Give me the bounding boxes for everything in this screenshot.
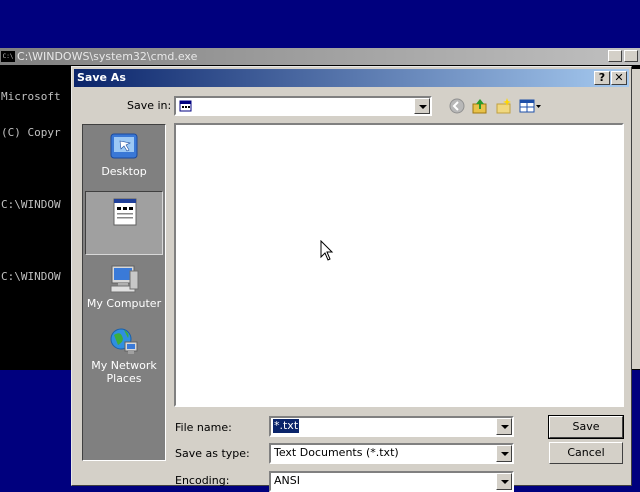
document-icon <box>113 198 137 226</box>
cmd-icon: C:\ <box>1 51 15 62</box>
place-label: My Computer <box>86 297 162 310</box>
mouse-cursor-icon <box>320 240 334 261</box>
place-label: My Network Places <box>91 359 157 385</box>
save-in-combo[interactable] <box>174 96 432 116</box>
my-computer-icon <box>110 265 139 293</box>
desktop-icon <box>110 133 138 159</box>
cmd-scrollbar[interactable] <box>632 69 640 369</box>
place-selected[interactable] <box>85 191 163 255</box>
encoding-value: ANSI <box>274 474 300 487</box>
back-icon[interactable] <box>448 97 466 115</box>
help-button[interactable]: ? <box>594 71 610 85</box>
network-icon <box>110 328 138 354</box>
places-bar: Desktop My Computer My Network Places <box>82 124 166 461</box>
new-folder-icon[interactable] <box>495 97 513 115</box>
up-folder-icon[interactable] <box>471 97 489 115</box>
cmd-title-bar[interactable]: C:\ C:\WINDOWS\system32\cmd.exe <box>0 48 640 65</box>
place-my-computer[interactable]: My Computer <box>85 259 163 323</box>
file-name-value: *.txt <box>273 419 300 433</box>
place-label: Desktop <box>101 165 147 178</box>
cmd-maximize-button[interactable] <box>624 50 638 62</box>
save-as-type-value: Text Documents (*.txt) <box>274 446 399 459</box>
save-in-label: Save in: <box>127 99 172 112</box>
close-button[interactable]: ✕ <box>611 71 627 85</box>
dialog-title: Save As <box>77 71 126 84</box>
folder-location-icon <box>179 100 192 112</box>
cmd-minimize-button[interactable] <box>608 50 622 62</box>
dialog-title-bar[interactable]: Save As ? ✕ <box>74 69 629 87</box>
file-name-field[interactable]: *.txt <box>269 416 514 437</box>
encoding-label: Encoding: <box>175 474 230 487</box>
save-as-type-select[interactable]: Text Documents (*.txt) <box>269 443 514 464</box>
cmd-title: C:\WINDOWS\system32\cmd.exe <box>17 50 198 63</box>
chevron-down-icon[interactable] <box>496 473 512 490</box>
chevron-down-icon[interactable] <box>414 98 430 114</box>
save-as-type-label: Save as type: <box>175 447 250 460</box>
save-button[interactable]: Save <box>548 415 624 439</box>
place-desktop[interactable]: Desktop <box>85 127 163 191</box>
chevron-down-icon[interactable] <box>496 418 512 435</box>
encoding-select[interactable]: ANSI <box>269 471 514 492</box>
views-menu-icon[interactable] <box>518 97 544 115</box>
save-as-dialog: Save As ? ✕ Save in: Desktop My Computer… <box>71 66 632 492</box>
cancel-button[interactable]: Cancel <box>549 442 623 464</box>
file-name-label: File name: <box>175 421 232 434</box>
chevron-down-icon[interactable] <box>496 445 512 462</box>
file-list[interactable] <box>174 123 624 407</box>
place-network[interactable]: My Network Places <box>85 321 163 391</box>
